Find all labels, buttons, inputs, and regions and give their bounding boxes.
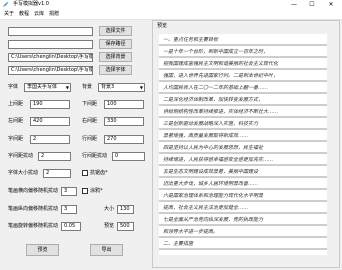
char-spacing-input[interactable]: 2 [30, 135, 70, 144]
feather-icon [2, 1, 9, 8]
export-button[interactable]: 导出 [90, 244, 123, 256]
menu-about[interactable]: 关于 [4, 11, 14, 17]
chevron-down-icon: ▼ [139, 85, 143, 90]
window-title: 手写模拟器v1.0 [13, 1, 49, 7]
font-select[interactable]: 李国夫手写体 ▼ [24, 83, 71, 92]
stroke-h-input[interactable]: 3 [61, 187, 77, 196]
dpi-label: 预览 [104, 223, 115, 229]
choose-font-button[interactable]: 选择字体 [99, 65, 132, 75]
maximize-button[interactable]: ☐ [304, 0, 320, 10]
preview-line: 人均国民收入在二〇一二年的基础上翻一番…… [163, 85, 269, 91]
size-label: 大小 [104, 206, 115, 212]
chevron-down-icon: ▼ [65, 85, 69, 90]
background-path-input[interactable]: C:\Users\chenglin\Desktop\手写模 [8, 53, 93, 62]
preview-line: 供给侧结构性改革持续推进，实体经济不断壮大…… [163, 109, 279, 115]
char-spacing-label: 字间距 [8, 136, 24, 142]
line-spacing-label: 行间距 [82, 136, 98, 142]
menu-donate[interactable]: 捐赠 [49, 11, 59, 17]
preview-line: 四是坚持以人民为中心的发展思想，民生福祉 [163, 145, 264, 151]
preview-line: 把我国建成富强民主文明和谐美丽的社会主义现代化 [163, 61, 279, 67]
bottom-margin-label: 下间距 [82, 101, 98, 107]
line-jitter-input[interactable]: 0 [112, 152, 145, 161]
background-select-value: 背景3 [101, 84, 115, 90]
line-jitter-label: 行间距扰动 [82, 153, 108, 159]
right-margin-input[interactable]: 330 [104, 117, 144, 126]
smear-label: 涂鸦* [90, 188, 103, 194]
preview-line: 强国，进入世界先进国家行列。二是到本世纪中叶， [163, 73, 279, 79]
background-select[interactable]: 背景3 ▼ [98, 83, 145, 92]
smear-checkbox[interactable] [82, 188, 88, 194]
bottom-margin-input[interactable]: 100 [104, 100, 144, 109]
top-margin-label: 上间距 [8, 101, 24, 107]
line-spacing-input[interactable]: 270 [104, 135, 144, 144]
preview-line: 提高，社会主义民主法治更加健全…… [163, 205, 249, 211]
preview-line: 一、重点任务和主要目标 [163, 37, 219, 43]
preview-line: 二、主要措施 [163, 241, 194, 247]
close-button[interactable]: ✕ [323, 0, 339, 10]
choose-background-button[interactable]: 选择背景 [99, 52, 132, 62]
antialias-label: 抗锯齿* [90, 170, 108, 176]
preview-caption: 预览 [157, 23, 168, 29]
preview-line: 五是生态文明建设成效显著，美丽中国建设 [163, 169, 259, 175]
font-path-input[interactable]: C:\Users\chenglin\Desktop\手写模 [8, 66, 93, 75]
stroke-h-label: 笔画横向偏移随机扰动 [8, 188, 59, 194]
preview-button[interactable]: 预览 [26, 244, 59, 256]
preview-line: 一是十年一个台阶，到新中国成立一百年之时， [163, 49, 269, 55]
size-input[interactable]: 130 [117, 205, 134, 214]
preview-line: 显著增强，高质量发展取得新成效…… [163, 133, 249, 139]
right-margin-label: 右间距 [82, 118, 98, 124]
antialias-checkbox[interactable] [82, 170, 88, 176]
preview-line: 三是创新驱动发展战略深入实施，科技实力 [163, 121, 259, 127]
font-size-jitter-label: 字体大小扰动 [8, 170, 39, 176]
menu-tutorial[interactable]: 教程 [19, 11, 29, 17]
left-margin-input[interactable]: 420 [30, 117, 70, 126]
preview-line: 持续增进，人民获得感幸福感安全感更加充实…… [163, 157, 274, 163]
choose-file-button[interactable]: 选择文件 [99, 26, 132, 36]
preview-line: 和领导水平进一步提高。 [163, 229, 219, 235]
preview-line: 七是全面从严治党向纵深发展，党的执政能力 [163, 217, 264, 223]
minimize-button[interactable]: — [286, 0, 302, 10]
font-select-value: 李国夫手写体 [27, 84, 58, 90]
preview-line: 六是国家治理体系和治理能力现代化水平明显 [163, 193, 264, 199]
left-margin-label: 左间距 [8, 118, 24, 124]
preview-line: 二是深化经济体制改革，加快转变发展方式， [163, 97, 264, 103]
save-path-input[interactable] [8, 40, 93, 49]
background-label: 背景 [82, 84, 93, 90]
menu-bar: 关于 教程 云库 捐赠 [0, 10, 342, 20]
text-file-input[interactable] [8, 27, 93, 36]
font-size-jitter-input[interactable]: 2 [43, 169, 71, 178]
dpi-input[interactable]: 500 [117, 222, 134, 231]
stroke-rot-label: 笔画旋转偏移随机扰动 [8, 223, 59, 229]
stroke-v-input[interactable]: 3 [61, 205, 77, 214]
char-jitter-label: 字间距扰动 [8, 153, 34, 159]
font-label: 字体 [8, 84, 19, 90]
char-jitter-input[interactable]: 2 [38, 152, 71, 161]
menu-cloud[interactable]: 云库 [34, 11, 44, 17]
stroke-rot-input[interactable]: 0.05 [61, 222, 81, 231]
preview-page: 一、重点任务和主要目标 一是十年一个台阶，到新中国成立一百年之时， 把我国建成富… [159, 34, 327, 255]
save-path-button[interactable]: 保存路径 [99, 39, 132, 49]
stroke-v-label: 笔画纵向偏移随机扰动 [8, 206, 59, 212]
title-bar: 手写模拟器v1.0 — ☐ ✕ [0, 0, 342, 10]
top-margin-input[interactable]: 190 [30, 100, 70, 109]
preview-line: 迈出重大步伐，城乡人居环境明显改善…… [163, 181, 259, 187]
